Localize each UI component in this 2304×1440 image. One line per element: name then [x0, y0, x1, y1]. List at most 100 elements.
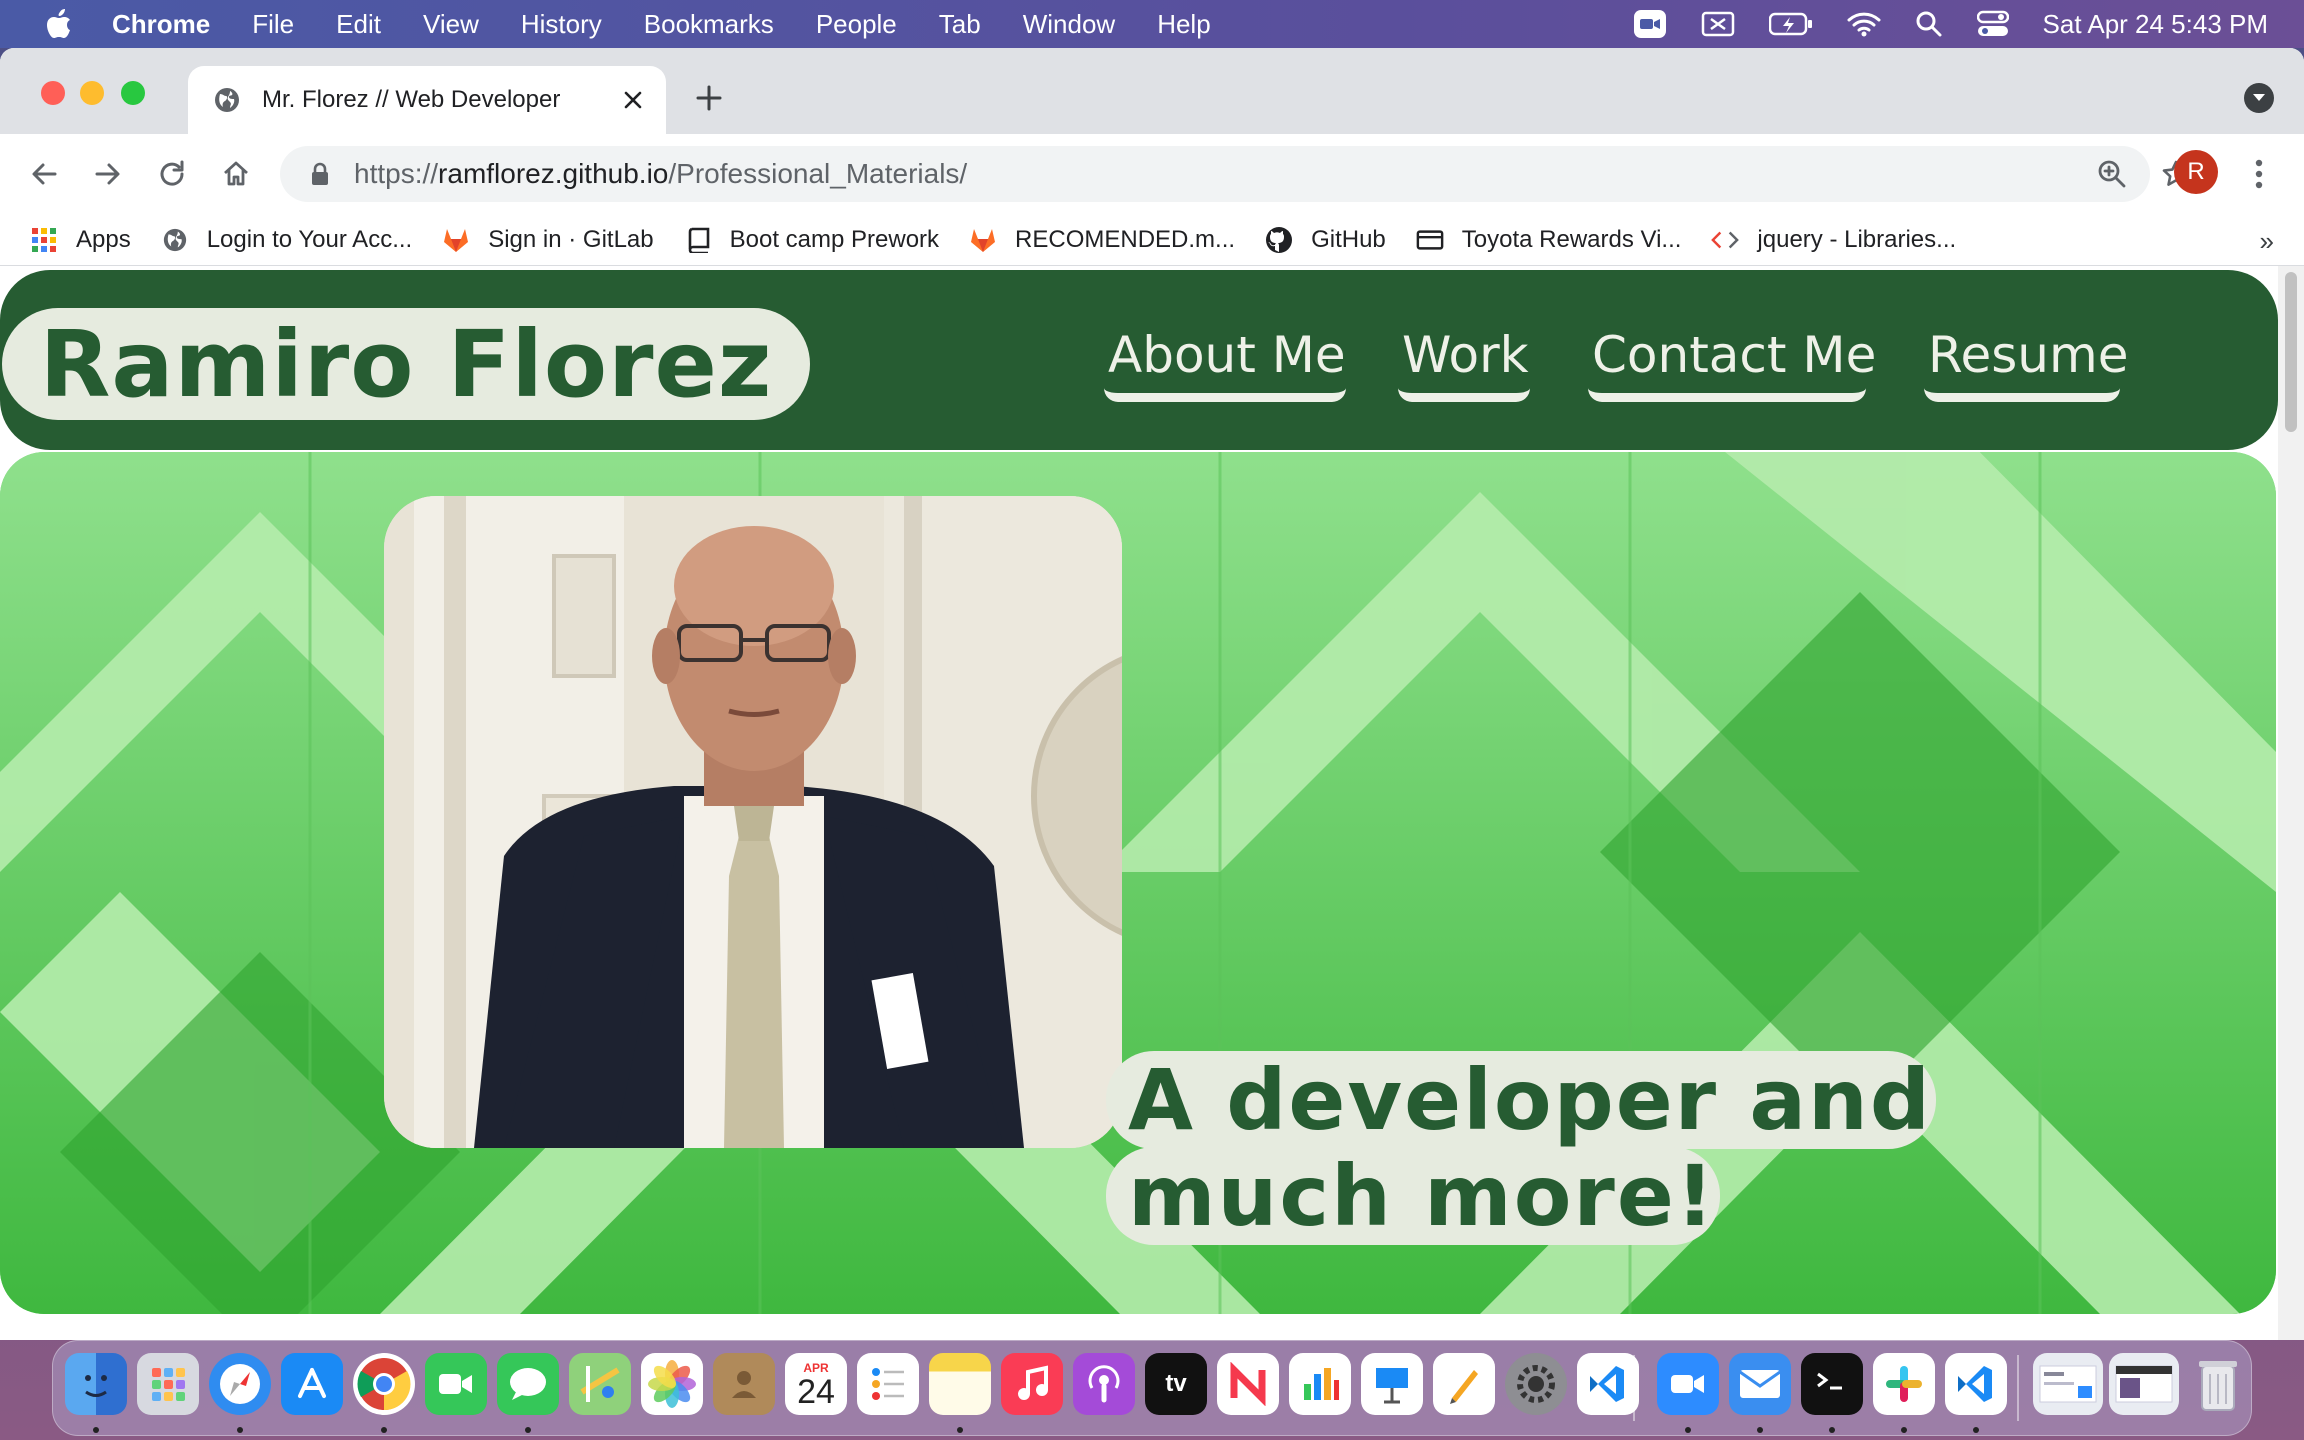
close-window-button[interactable]: [41, 81, 65, 105]
finder-icon[interactable]: [65, 1353, 127, 1415]
wifi-icon[interactable]: [1847, 11, 1881, 37]
bookmark-recommended[interactable]: RECOMENDED.m...: [969, 226, 1235, 254]
bookmark-apps[interactable]: Apps: [30, 226, 131, 254]
gitlab-icon: [442, 226, 470, 254]
photos-icon[interactable]: [641, 1353, 703, 1415]
slack-icon[interactable]: [1873, 1353, 1935, 1415]
bookmark-gitlab[interactable]: Sign in · GitLab: [442, 226, 654, 254]
nav-contact-me[interactable]: Contact Me: [1588, 326, 1876, 406]
forward-arrow-icon[interactable]: [88, 154, 128, 194]
globe-icon: [161, 226, 189, 254]
menu-file[interactable]: File: [252, 9, 294, 40]
nav-label: Work: [1402, 326, 1529, 384]
menu-window[interactable]: Window: [1023, 9, 1115, 40]
close-tab-icon[interactable]: [620, 87, 646, 113]
menu-history[interactable]: History: [521, 9, 602, 40]
control-center-icon[interactable]: [1976, 10, 2009, 38]
launchpad-icon[interactable]: [137, 1353, 199, 1415]
menu-view[interactable]: View: [423, 9, 479, 40]
more-menu-icon[interactable]: [2244, 154, 2274, 194]
url-scheme: https://: [354, 158, 439, 189]
home-icon[interactable]: [216, 154, 256, 194]
back-arrow-icon[interactable]: [24, 154, 64, 194]
numbers-icon[interactable]: [1289, 1353, 1351, 1415]
nav-about-me[interactable]: About Me: [1104, 326, 1346, 406]
active-tab[interactable]: Mr. Florez // Web Developer: [188, 66, 666, 134]
bookmark-bootcamp[interactable]: Boot camp Prework: [684, 226, 939, 254]
vscode-icon[interactable]: [1945, 1353, 2007, 1415]
chrome-icon[interactable]: [353, 1353, 415, 1415]
bookmark-jquery[interactable]: jquery - Libraries...: [1711, 226, 1956, 254]
nav-resume[interactable]: Resume: [1924, 326, 2128, 406]
keynote-icon[interactable]: [1361, 1353, 1423, 1415]
notes-icon[interactable]: [929, 1353, 991, 1415]
running-indicator: [1757, 1427, 1763, 1433]
running-indicator: [1829, 1427, 1835, 1433]
bookmark-github[interactable]: GitHub: [1265, 226, 1386, 254]
menu-bookmarks[interactable]: Bookmarks: [644, 9, 774, 40]
bookmark-label: RECOMENDED.m...: [1015, 225, 1236, 253]
menu-help[interactable]: Help: [1157, 9, 1210, 40]
bookmark-label: Apps: [76, 225, 131, 253]
calendar-icon[interactable]: APR 24: [785, 1353, 847, 1415]
zoom-app-icon[interactable]: [1657, 1353, 1719, 1415]
podcasts-icon[interactable]: [1073, 1353, 1135, 1415]
zoom-magnifier-icon[interactable]: [2096, 158, 2128, 190]
maps-icon[interactable]: [569, 1353, 631, 1415]
recent-document-thumbnail[interactable]: [2033, 1353, 2103, 1415]
lock-icon[interactable]: [308, 162, 332, 186]
profile-avatar[interactable]: R: [2174, 150, 2218, 194]
nav-work[interactable]: Work: [1398, 326, 1530, 406]
terminal-icon[interactable]: [1801, 1353, 1863, 1415]
app-store-icon[interactable]: [281, 1353, 343, 1415]
reload-icon[interactable]: [152, 154, 192, 194]
music-icon[interactable]: [1001, 1353, 1063, 1415]
menu-bar-clock[interactable]: Sat Apr 24 5:43 PM: [2043, 9, 2268, 40]
mail-icon[interactable]: [1729, 1353, 1791, 1415]
bookmark-login[interactable]: Login to Your Acc...: [161, 225, 413, 254]
bookmark-label: Login to Your Acc...: [206, 225, 413, 253]
reminders-icon[interactable]: [857, 1353, 919, 1415]
apps-grid-icon: [30, 226, 58, 254]
browser-toolbar: https://ramflorez.github.io/Professional…: [0, 134, 2304, 214]
menu-app-name[interactable]: Chrome: [112, 9, 210, 40]
nav-label: Contact Me: [1592, 326, 1877, 384]
site-title[interactable]: Ramiro Florez: [2, 308, 810, 420]
scrollbar-thumb[interactable]: [2285, 272, 2297, 432]
url-text[interactable]: https://ramflorez.github.io/Professional…: [354, 158, 967, 190]
messages-icon[interactable]: [497, 1353, 559, 1415]
more-bookmarks-chevron-icon[interactable]: »: [2260, 226, 2274, 257]
pages-icon[interactable]: [1433, 1353, 1495, 1415]
apple-menu-icon[interactable]: [44, 9, 74, 39]
screen-share-icon[interactable]: [1701, 11, 1735, 37]
news-icon[interactable]: [1217, 1353, 1279, 1415]
tab-title: Mr. Florez // Web Developer: [262, 86, 561, 113]
menu-edit[interactable]: Edit: [336, 9, 381, 40]
url-host: ramflorez.github.io: [438, 158, 669, 189]
tab-search-icon[interactable]: [2244, 83, 2274, 113]
new-tab-icon[interactable]: [694, 83, 724, 113]
github-icon: [1265, 226, 1293, 254]
page-scrollbar[interactable]: [2278, 266, 2304, 1340]
menu-people[interactable]: People: [816, 9, 897, 40]
minimize-window-button[interactable]: [80, 81, 104, 105]
recent-window-thumbnail[interactable]: [2109, 1353, 2179, 1415]
spotlight-search-icon[interactable]: [1915, 10, 1943, 38]
safari-icon[interactable]: [209, 1353, 271, 1415]
tab-strip: Mr. Florez // Web Developer: [0, 48, 2304, 134]
bookmark-toyota[interactable]: Toyota Rewards Vi...: [1416, 226, 1681, 254]
trash-icon[interactable]: [2187, 1353, 2249, 1415]
card-icon: [1416, 226, 1444, 254]
facetime-icon[interactable]: [425, 1353, 487, 1415]
contacts-icon[interactable]: [713, 1353, 775, 1415]
apple-tv-icon[interactable]: tv: [1145, 1353, 1207, 1415]
battery-icon[interactable]: [1768, 12, 1813, 36]
hero-section: A developer and much more!: [0, 452, 2276, 1314]
running-indicator: [1685, 1427, 1691, 1433]
vscode-icon[interactable]: [1577, 1353, 1639, 1415]
menu-tab[interactable]: Tab: [939, 9, 981, 40]
address-bar[interactable]: https://ramflorez.github.io/Professional…: [280, 146, 2190, 202]
zoom-video-icon[interactable]: [1633, 9, 1667, 39]
system-preferences-gear-icon[interactable]: [1505, 1353, 1567, 1415]
zoom-window-button[interactable]: [121, 81, 145, 105]
